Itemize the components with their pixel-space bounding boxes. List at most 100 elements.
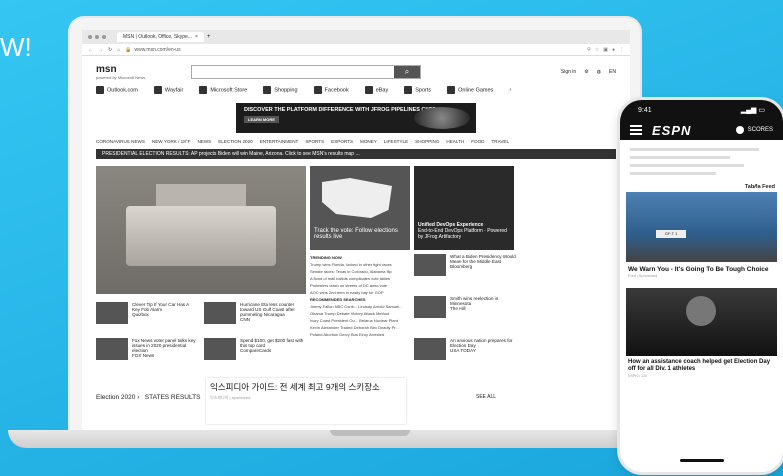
sponsored-tooltip-card[interactable]: 익스피디아 가이드: 전 세계 최고 9개의 스키장소 익스피디아 | spon… <box>206 378 406 424</box>
recommended-item[interactable]: Bus Elroy Arrested <box>351 332 384 337</box>
nav-item[interactable]: ELECTION 2020 <box>218 139 252 144</box>
recommended-item[interactable]: Kevin Alexander Traded <box>310 325 352 330</box>
see-all-link[interactable]: SEE ALL <box>476 394 496 400</box>
search-icon: ⌕ <box>404 67 410 76</box>
story-card[interactable]: Smith wins reelection in Minnesota The Hi… <box>414 296 516 318</box>
trending-item[interactable]: AOC wins 2nd term in easily bay for GOP <box>310 290 384 295</box>
map-caption: Track the vote: Follow elections results… <box>314 228 398 240</box>
msn-logo[interactable]: msn powered by Microsoft News <box>96 64 166 80</box>
back-icon[interactable]: ← <box>88 47 93 53</box>
quick-link[interactable]: Sports <box>404 86 431 94</box>
language-label[interactable]: EN <box>609 69 616 75</box>
nav-item[interactable]: SPORTS <box>305 139 324 144</box>
recommended-item[interactable]: Lindsay Arnold Samuel... <box>358 304 402 309</box>
hero-image[interactable] <box>96 166 306 294</box>
new-tab-button[interactable]: + <box>207 34 211 40</box>
story-card[interactable]: Fox News voter panel talks key issues in… <box>96 338 198 360</box>
ebay-icon <box>364 86 373 94</box>
devops-ad-card[interactable]: Unified DevOps Experience End-to-End Dev… <box>414 166 514 250</box>
search-button[interactable]: ⌕ <box>394 66 420 78</box>
coach-image[interactable] <box>626 288 777 356</box>
story-source: Quizbox <box>132 312 149 317</box>
espn-logo[interactable]: ESPN <box>652 123 691 138</box>
recommended-item[interactable]: Ivory Coast President Ou... <box>310 318 358 323</box>
recommended-item[interactable]: Obama Trump Debate <box>310 311 350 316</box>
trending-item[interactable]: Senate races: Texas in Colorado, Alabama… <box>310 269 392 274</box>
recommended-item[interactable]: Victory Attack Method <box>351 311 390 316</box>
nav-item[interactable]: NEW YORK / 18°F <box>152 139 191 144</box>
nav-item[interactable]: CORONAVIRUS NEWS <box>96 139 145 144</box>
nav-item[interactable]: ENTERTAINMENT <box>260 139 299 144</box>
nav-item[interactable]: ESPORTS <box>331 139 353 144</box>
story-card[interactable]: An anxious nation prepares for Election … <box>414 338 516 360</box>
recommended-title: RECOMMENDED SEARCHES <box>310 297 366 302</box>
quick-link[interactable]: Shopping <box>263 86 298 94</box>
window-close-dot[interactable] <box>88 35 92 39</box>
phone-story-title[interactable]: We Warn You - It's Going To Be Tough Cho… <box>620 262 783 274</box>
nav-item[interactable]: SHOPPING <box>415 139 439 144</box>
header-actions: Sign in ⚙ ◍ EN <box>561 69 616 75</box>
zoom-icon[interactable]: ⚲ <box>587 47 591 53</box>
election-tabs[interactable]: STATES RESULTS <box>145 394 201 401</box>
extension-icon[interactable]: ▣ <box>603 47 608 53</box>
profile-icon[interactable]: ● <box>612 47 615 53</box>
trending-item[interactable]: Protesters clash on streets of DC amid v… <box>310 283 387 288</box>
url-field[interactable]: 🔒 www.msn.com/en-us <box>125 46 582 54</box>
taboola-feed-label: Tab⁄⁄la Feed <box>744 184 775 190</box>
reload-icon[interactable]: ↻ <box>108 47 112 53</box>
signin-link[interactable]: Sign in <box>561 69 576 75</box>
browser-tab[interactable]: MSN | Outlook, Office, Skype... × <box>117 32 204 42</box>
gear-icon[interactable]: ⚙ <box>584 69 588 75</box>
close-tab-icon[interactable]: × <box>195 34 198 40</box>
story-card[interactable]: Clever Tip If Your Car Has A Key Fob Ala… <box>96 302 198 324</box>
signal-battery-icon: ▂▄▆ ▭ <box>740 107 765 114</box>
election-map-card[interactable]: Track the vote: Follow elections results… <box>310 166 410 250</box>
account-area: SCORES <box>735 126 773 134</box>
browser-toolbar: ⚲ ☆ ▣ ● ⋮ <box>587 47 624 53</box>
forward-icon[interactable]: → <box>98 47 103 53</box>
window-minimize-dot[interactable] <box>95 35 99 39</box>
hamburger-menu-icon[interactable] <box>630 125 642 135</box>
story-card[interactable]: Hurricane Eta less counter toward US Gul… <box>204 302 306 324</box>
menu-icon[interactable]: ⋮ <box>619 47 624 53</box>
nav-item[interactable]: TRAVEL <box>491 139 509 144</box>
quick-link[interactable]: Microsoft Store <box>199 86 247 94</box>
globe-icon[interactable]: ◍ <box>597 69 601 75</box>
quick-link[interactable]: Online Games <box>447 86 493 94</box>
recommended-item[interactable]: Jimmy Fallon NBC Contr... <box>310 304 357 309</box>
quick-link[interactable]: Outlook.com <box>96 86 138 94</box>
account-icon[interactable] <box>735 126 744 134</box>
lock-icon: 🔒 <box>125 46 132 53</box>
phone-story-title[interactable]: How an assistance coach helped get Elect… <box>620 356 783 373</box>
trending-item[interactable]: A flood of mail ballots complicates vote… <box>310 276 390 281</box>
scores-link[interactable]: SCORES <box>748 127 773 133</box>
nav-item[interactable]: HEALTH <box>446 139 464 144</box>
nav-item[interactable]: NEWS <box>197 139 211 144</box>
devops-subtitle: End-to-End DevOps Platform · Powered by … <box>418 228 507 240</box>
recommended-item[interactable]: Poland Abortion Decry <box>310 332 350 337</box>
car-ad-image[interactable]: GF·T 1 <box>626 192 777 262</box>
nav-item[interactable]: LIFESTYLE <box>384 139 408 144</box>
nav-item[interactable]: FOOD <box>471 139 484 144</box>
quick-link[interactable]: Facebook <box>313 86 349 94</box>
story-source: FOX News <box>132 353 155 358</box>
quick-link[interactable]: Wayfair <box>153 86 183 94</box>
chevron-right-icon[interactable]: › <box>509 87 511 93</box>
star-icon[interactable]: ☆ <box>595 47 599 53</box>
home-icon[interactable]: ⌂ <box>117 47 120 53</box>
story-card[interactable]: Spend $100, get $200 fast with this top … <box>204 338 306 360</box>
story-card[interactable]: What a Biden Presidency Would Mean for t… <box>414 254 516 276</box>
story-thumbnail <box>204 338 236 360</box>
banner-ad[interactable]: DISCOVER THE PLATFORM DIFFERENCE WITH JF… <box>236 103 476 133</box>
recommended-item[interactable]: Belarus Nuclear Plant <box>359 318 398 323</box>
nav-item[interactable]: MONEY <box>360 139 377 144</box>
election-label[interactable]: Election 2020 › <box>96 394 139 401</box>
ad-cta-button[interactable]: LEARN MORE <box>244 116 279 123</box>
home-indicator[interactable] <box>680 459 724 462</box>
quick-link[interactable]: eBay <box>364 86 388 94</box>
recommended-item[interactable]: Deborah Birx Deadly Pr... <box>354 325 399 330</box>
election-alert-bar[interactable]: PRESIDENTIAL ELECTION RESULTS: AP projec… <box>96 149 616 159</box>
trending-item[interactable]: Trump wins Florida, locked in other tigh… <box>310 262 392 267</box>
search-input[interactable] <box>192 66 394 78</box>
window-maximize-dot[interactable] <box>102 35 106 39</box>
